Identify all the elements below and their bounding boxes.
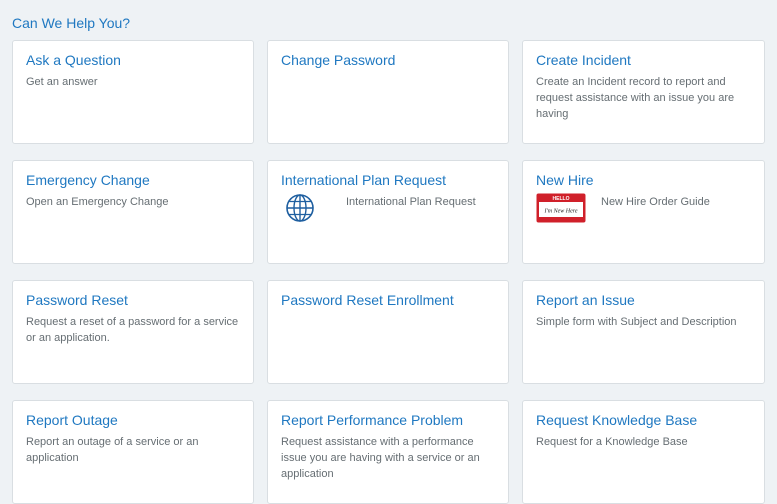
card-title[interactable]: Password Reset <box>26 292 240 308</box>
card-request-knowledge-base[interactable]: Request Knowledge Base Request for a Kno… <box>522 400 765 504</box>
card-title[interactable]: International Plan Request <box>281 172 495 188</box>
card-description: Report an outage of a service or an appl… <box>26 436 199 464</box>
card-report-an-issue[interactable]: Report an Issue Simple form with Subject… <box>522 280 765 384</box>
card-title[interactable]: Report Outage <box>26 412 240 428</box>
card-emergency-change[interactable]: Emergency Change Open an Emergency Chang… <box>12 160 254 264</box>
card-description: Create an Incident record to report and … <box>536 76 735 120</box>
catalog-grid: Ask a Question Get an answer Change Pass… <box>12 40 765 504</box>
card-password-reset[interactable]: Password Reset Request a reset of a pass… <box>12 280 254 384</box>
card-ask-a-question[interactable]: Ask a Question Get an answer <box>12 40 254 144</box>
card-description: Request assistance with a performance is… <box>281 436 480 480</box>
card-title[interactable]: Emergency Change <box>26 172 240 188</box>
card-description: New Hire Order Guide <box>601 196 710 208</box>
card-new-hire[interactable]: New Hire HELLO I'm New Here New Hire Ord… <box>522 160 765 264</box>
card-description: Open an Emergency Change <box>26 196 169 208</box>
globe-icon <box>281 193 341 223</box>
card-change-password[interactable]: Change Password <box>267 40 509 144</box>
card-international-plan-request[interactable]: International Plan Request International… <box>267 160 509 264</box>
card-description: Request a reset of a password for a serv… <box>26 316 239 344</box>
card-title[interactable]: Ask a Question <box>26 52 240 68</box>
card-description: Get an answer <box>26 76 98 88</box>
name-tag-name-text: I'm New Here <box>543 209 577 215</box>
page-heading: Can We Help You? <box>12 15 131 31</box>
card-description: International Plan Request <box>346 196 476 208</box>
card-title[interactable]: Password Reset Enrollment <box>281 292 495 308</box>
card-description: Simple form with Subject and Description <box>536 316 737 328</box>
name-tag-hello-text: HELLO <box>553 196 570 202</box>
name-tag-icon: HELLO I'm New Here <box>536 193 596 223</box>
card-title[interactable]: Report Performance Problem <box>281 412 495 428</box>
card-title[interactable]: Report an Issue <box>536 292 751 308</box>
card-description: Request for a Knowledge Base <box>536 436 688 448</box>
card-report-performance-problem[interactable]: Report Performance Problem Request assis… <box>267 400 509 504</box>
card-title[interactable]: Create Incident <box>536 52 751 68</box>
card-title[interactable]: New Hire <box>536 172 751 188</box>
card-report-outage[interactable]: Report Outage Report an outage of a serv… <box>12 400 254 504</box>
card-password-reset-enrollment[interactable]: Password Reset Enrollment <box>267 280 509 384</box>
card-create-incident[interactable]: Create Incident Create an Incident recor… <box>522 40 765 144</box>
card-title[interactable]: Change Password <box>281 52 495 68</box>
card-title[interactable]: Request Knowledge Base <box>536 412 751 428</box>
